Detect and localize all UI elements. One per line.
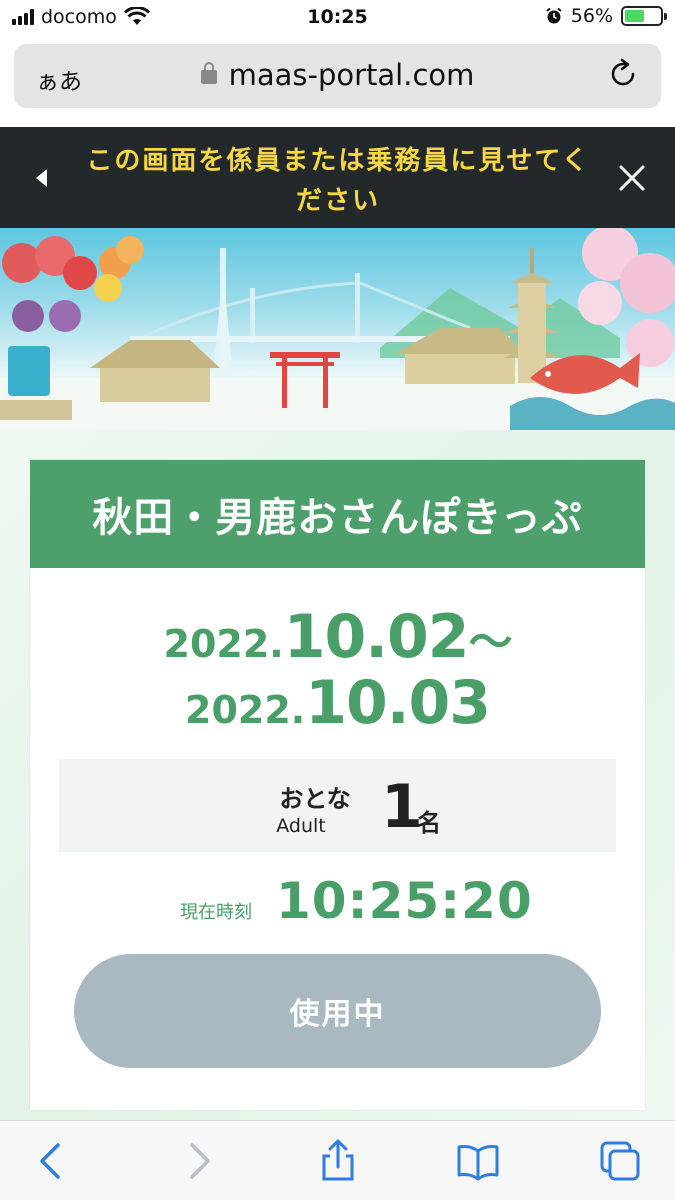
url-domain: maas-portal.com (228, 58, 475, 92)
url-display[interactable]: maas-portal.com (14, 58, 661, 92)
current-time: 10:25:20 (276, 872, 533, 930)
prev-notice-icon[interactable] (36, 169, 47, 187)
passenger-type-en: Adult (276, 815, 326, 837)
start-date: 10.02 (283, 602, 470, 672)
valid-to: 2022.10.03 (30, 668, 645, 738)
current-time-label: 現在時刻 (180, 902, 252, 923)
end-date: 10.03 (305, 668, 491, 738)
bookmarks-icon[interactable] (456, 1139, 500, 1183)
landmarks-illustration (0, 228, 675, 430)
notice-banner: この画面を係員または乗務員に見せてください (0, 127, 675, 228)
battery-icon (621, 6, 667, 26)
close-icon[interactable] (617, 163, 647, 193)
ticket-title: 秋田・男鹿おさんぽきっぷ (30, 460, 645, 568)
in-use-button[interactable]: 使用中 (74, 954, 601, 1068)
notice-text: この画面を係員または乗務員に見せてください (86, 146, 590, 216)
share-icon[interactable] (316, 1139, 360, 1183)
browser-toolbar (0, 1120, 675, 1200)
passenger-unit: 名 (417, 809, 441, 837)
address-bar[interactable]: ぁあ maas-portal.com (14, 44, 661, 108)
status-right: 56% (545, 5, 667, 27)
reload-icon[interactable] (607, 58, 639, 90)
passenger-type-jp: おとな (279, 785, 351, 813)
passenger-box: おとな Adult 1 名 (59, 759, 616, 852)
battery-percent: 56% (570, 5, 613, 27)
status-bar: docomo 10:25 56% (0, 0, 675, 38)
back-icon[interactable] (30, 1139, 74, 1183)
alarm-icon (546, 7, 562, 24)
end-year: 2022. (185, 688, 306, 732)
header-illustration (0, 228, 675, 430)
range-separator: 〜 (468, 617, 513, 668)
forward-icon[interactable] (176, 1139, 220, 1183)
start-year: 2022. (163, 622, 284, 666)
ticket-card: 秋田・男鹿おさんぽきっぷ 2022.10.02〜 2022.10.03 おとな … (30, 460, 645, 1110)
valid-from: 2022.10.02〜 (30, 602, 645, 672)
tabs-icon[interactable] (598, 1139, 642, 1183)
lock-icon (200, 62, 217, 84)
